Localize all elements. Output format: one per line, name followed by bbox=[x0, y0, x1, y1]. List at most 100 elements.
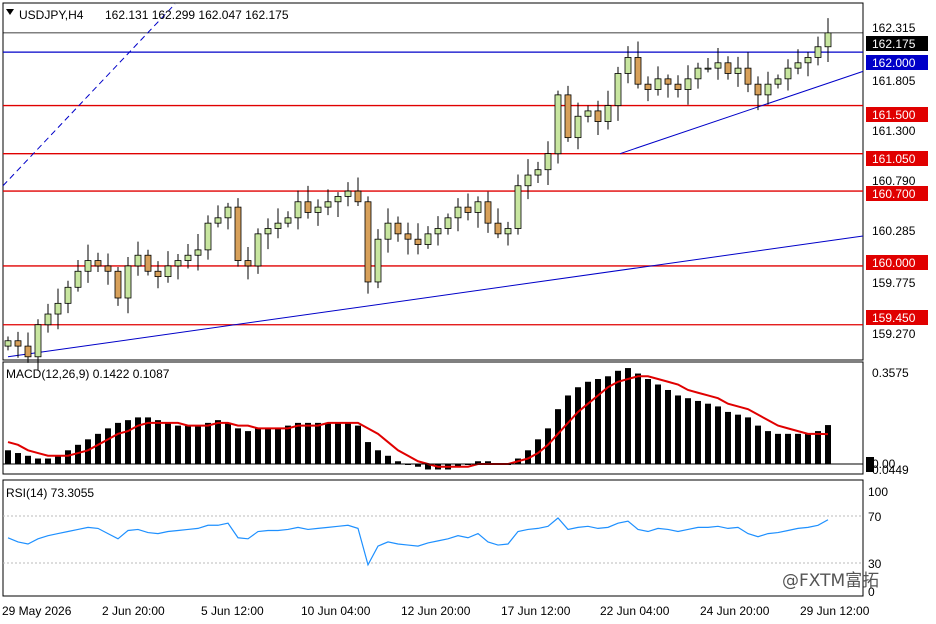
macd-bar bbox=[325, 422, 331, 464]
price-tick: 159.270 bbox=[872, 327, 916, 341]
macd-bar bbox=[125, 420, 131, 464]
candle-body bbox=[564, 94, 572, 139]
price-tick: 162.315 bbox=[872, 21, 916, 35]
macd-bar bbox=[785, 433, 791, 464]
candle-body bbox=[424, 233, 432, 245]
macd-bar bbox=[365, 442, 371, 464]
macd-scale-bottom: -0.0449 bbox=[868, 463, 909, 477]
candle-body bbox=[244, 260, 252, 267]
macd-bar bbox=[335, 422, 341, 464]
macd-bar bbox=[795, 433, 801, 464]
time-label: 24 Jun 20:00 bbox=[700, 604, 770, 618]
symbol-label: USDJPY,H4 bbox=[19, 8, 84, 22]
candle-body bbox=[134, 254, 142, 267]
candle-body bbox=[164, 265, 172, 278]
candle-body bbox=[24, 345, 32, 358]
candle-body bbox=[194, 249, 202, 256]
candle-body bbox=[344, 190, 352, 197]
macd-bar bbox=[205, 422, 211, 464]
macd-bar bbox=[645, 379, 651, 464]
rsi-label: RSI(14) 73.3055 bbox=[6, 486, 94, 500]
candle-body bbox=[84, 260, 92, 272]
candle-body bbox=[704, 67, 712, 70]
macd-bar bbox=[375, 450, 381, 464]
candle-body bbox=[634, 57, 642, 85]
macd-bar bbox=[675, 395, 681, 464]
macd-bar bbox=[185, 425, 191, 464]
candle-body bbox=[74, 270, 82, 288]
candle-body bbox=[594, 110, 602, 122]
candle-body bbox=[794, 62, 802, 69]
candle-body bbox=[154, 270, 162, 278]
rsi-scale-100: 100 bbox=[868, 485, 888, 499]
macd-bar bbox=[825, 425, 831, 464]
candle-body bbox=[824, 32, 832, 48]
time-axis: 29 May 2026 2 Jun 20:00 5 Jun 12:00 10 J… bbox=[2, 604, 870, 618]
candle-body bbox=[514, 185, 522, 229]
candle-body bbox=[234, 206, 242, 261]
candle-body bbox=[494, 222, 502, 235]
candle-body bbox=[544, 153, 552, 171]
macd-bar bbox=[595, 379, 601, 464]
rsi-pane-frame bbox=[2, 479, 864, 597]
candle-body bbox=[144, 254, 152, 272]
macd-bar bbox=[715, 406, 721, 464]
candle-body bbox=[204, 222, 212, 251]
macd-bar bbox=[665, 389, 671, 464]
candle-body bbox=[14, 340, 22, 347]
level-tag-text: 161.500 bbox=[872, 108, 916, 122]
candle-body bbox=[414, 238, 422, 245]
macd-bar bbox=[815, 431, 821, 464]
candle-body bbox=[664, 78, 672, 85]
macd-bar bbox=[115, 422, 121, 464]
candle-body bbox=[684, 78, 692, 90]
candle-body bbox=[614, 73, 622, 106]
chart-header: USDJPY,H4 162.131 162.299 162.047 162.17… bbox=[6, 8, 289, 22]
macd-bar bbox=[565, 395, 571, 464]
macd-bar bbox=[695, 400, 701, 464]
candle-body bbox=[254, 233, 262, 267]
candle-body bbox=[264, 228, 272, 235]
candle-body bbox=[784, 67, 792, 80]
candle-body bbox=[464, 206, 472, 213]
macd-bar bbox=[285, 425, 291, 464]
candle-body bbox=[774, 78, 782, 85]
candle-body bbox=[674, 83, 682, 90]
candle-body bbox=[624, 57, 632, 74]
candle-body bbox=[574, 115, 582, 139]
candle-body bbox=[554, 94, 562, 155]
candle-body bbox=[584, 110, 592, 117]
candle-body bbox=[4, 340, 12, 347]
candle-body bbox=[364, 201, 372, 283]
time-label: 17 Jun 12:00 bbox=[501, 604, 571, 618]
macd-bar bbox=[775, 433, 781, 464]
price-pane-frame bbox=[2, 2, 864, 361]
candle-body bbox=[94, 260, 102, 267]
level-tag-text: 160.700 bbox=[872, 187, 916, 201]
macd-bar bbox=[35, 458, 41, 464]
macd-bar bbox=[65, 450, 71, 464]
time-label: 29 May 2026 bbox=[2, 604, 72, 618]
candle-body bbox=[54, 302, 62, 315]
candle-body bbox=[524, 174, 532, 187]
candle-body bbox=[104, 265, 112, 272]
macd-bar bbox=[195, 425, 201, 464]
level-tag-text: 159.450 bbox=[872, 311, 916, 325]
rsi-scale-70: 70 bbox=[868, 510, 882, 524]
candle-body bbox=[214, 217, 222, 224]
macd-bar bbox=[315, 422, 321, 464]
candle-body bbox=[184, 254, 192, 261]
level-tag-text: 161.050 bbox=[872, 152, 916, 166]
macd-bar bbox=[685, 398, 691, 464]
candle-body bbox=[34, 324, 42, 358]
rsi-scale-30: 30 bbox=[868, 557, 882, 571]
time-label: 12 Jun 20:00 bbox=[401, 604, 471, 618]
macd-bar bbox=[755, 425, 761, 464]
macd-bar bbox=[655, 384, 661, 464]
candle-body bbox=[224, 206, 232, 219]
candle-body bbox=[644, 83, 652, 90]
candle-body bbox=[114, 270, 122, 299]
candle-body bbox=[764, 83, 772, 96]
candle-body bbox=[404, 233, 412, 240]
macd-bar bbox=[625, 368, 631, 464]
